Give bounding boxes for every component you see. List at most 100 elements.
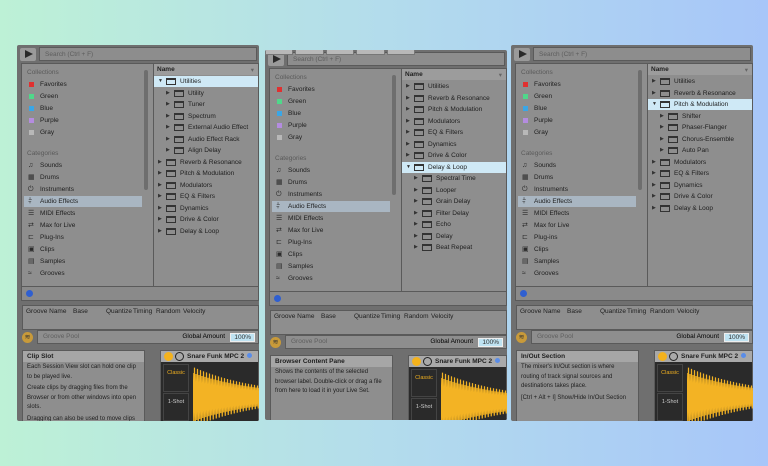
list-item[interactable]: ▶ Reverb & Resonance [154,157,258,168]
tab[interactable] [265,50,294,55]
sort-chevron-icon[interactable]: ▾ [251,66,254,74]
list-item[interactable]: ▶ Pitch & Modulation [154,168,258,179]
groove-column-header[interactable]: Groove Name [274,313,314,320]
tab[interactable] [356,50,385,55]
sidebar-item-sounds[interactable]: ♫ Sounds [272,165,390,176]
clip-activator-icon[interactable] [658,352,667,361]
groove-column-header[interactable]: Velocity [431,313,453,320]
groove-column-header[interactable]: Velocity [677,308,699,315]
sidebar-item-max-for-live[interactable]: ⇄ Max for Live [24,220,142,231]
sidebar-item-midi-effects[interactable]: ☰ MIDI Effects [518,208,636,219]
list-item[interactable]: ▶ Modulators [154,180,258,191]
search-input[interactable]: Search (Ctrl + F) [533,47,751,61]
sidebar-item-instruments[interactable]: ⏻ Instruments [272,189,390,200]
expand-right-icon[interactable]: ▶ [166,124,170,130]
sort-chevron-icon[interactable]: ▾ [499,71,502,79]
groove-column-header[interactable]: Base [73,308,88,315]
sidebar-item-plug-ins[interactable]: ⊏ Plug-Ins [272,237,390,248]
sidebar-item-clips[interactable]: ▣ Clips [272,249,390,260]
list-item[interactable]: ▶ Utilities [648,76,752,87]
collection-favorites[interactable]: Favorites [272,84,390,95]
list-item[interactable]: ▶ Chorus-Ensemble [648,134,752,145]
expand-right-icon[interactable]: ▶ [652,193,656,199]
expand-right-icon[interactable]: ▶ [166,136,170,142]
expand-right-icon[interactable]: ▶ [158,205,162,211]
list-item[interactable]: ▶ EQ & Filters [402,127,506,138]
tab[interactable] [386,50,416,55]
browser-toggle-button[interactable] [514,48,530,61]
collection-green[interactable]: Green [24,91,142,102]
expand-right-icon[interactable]: ▶ [158,170,162,176]
collection-gray[interactable]: Gray [24,127,142,138]
collection-purple[interactable]: Purple [518,115,636,126]
list-item[interactable]: ▶ Delay & Loop [648,203,752,214]
sidebar-item-samples[interactable]: ▤ Samples [272,261,390,272]
expand-right-icon[interactable]: ▶ [652,170,656,176]
expand-right-icon[interactable]: ▶ [158,193,162,199]
list-item[interactable]: ▶ Dynamics [648,180,752,191]
global-amount-field[interactable]: 100% [230,333,255,342]
sidebar-item-drums[interactable]: ▦ Drums [518,172,636,183]
expand-right-icon[interactable]: ▶ [406,152,410,158]
sort-chevron-icon[interactable]: ▾ [745,66,748,74]
expand-right-icon[interactable]: ▶ [652,205,656,211]
list-item[interactable]: ▶ Pitch & Modulation [402,104,506,115]
name-column-header[interactable]: Name ▾ [154,64,258,75]
groove-column-header[interactable]: Groove Name [520,308,560,315]
collection-gray[interactable]: Gray [518,127,636,138]
groove-column-header[interactable]: Timing [381,313,400,320]
list-item[interactable]: ▶ Echo [402,219,506,230]
list-item[interactable]: ▶ Drive & Color [402,150,506,161]
expand-right-icon[interactable]: ▶ [158,159,162,165]
list-item[interactable]: ▶ Filter Delay [402,208,506,219]
sidebar-item-instruments[interactable]: ⏻ Instruments [24,184,142,195]
expand-right-icon[interactable]: ▶ [406,83,410,89]
sidebar-item-midi-effects[interactable]: ☰ MIDI Effects [24,208,142,219]
warp-mode-classic[interactable]: Classic [657,364,683,392]
collection-purple[interactable]: Purple [24,115,142,126]
sidebar-item-drums[interactable]: ▦ Drums [272,177,390,188]
sidebar-item-grooves[interactable]: ≈ Grooves [24,268,142,279]
expand-right-icon[interactable]: ▶ [166,101,170,107]
groove-column-header[interactable]: Base [321,313,336,320]
global-amount-field[interactable]: 100% [724,333,749,342]
list-item[interactable]: ▶ Utilities [402,81,506,92]
groove-pool-icon[interactable]: ≋ [22,332,33,343]
list-item[interactable]: ▶ EQ & Filters [154,191,258,202]
collection-purple[interactable]: Purple [272,120,390,131]
list-item[interactable]: ▶ Audio Effect Rack [154,134,258,145]
expand-right-icon[interactable]: ▶ [652,90,656,96]
groove-column-header[interactable]: Base [567,308,582,315]
warp-mode-classic[interactable]: Classic [411,369,437,397]
add-folder-icon[interactable] [274,295,281,302]
collection-green[interactable]: Green [272,96,390,107]
expand-down-icon[interactable]: ▼ [652,101,657,107]
sidebar-item-clips[interactable]: ▣ Clips [24,244,142,255]
clip-play-icon[interactable] [669,352,678,361]
tab[interactable] [295,50,324,55]
list-item[interactable]: ▶ Beat Repeat [402,242,506,253]
list-item[interactable]: ▶ Dynamics [402,139,506,150]
sidebar-item-audio-effects[interactable]: ⫩ Audio Effects [272,201,390,212]
expand-right-icon[interactable]: ▶ [414,198,418,204]
name-column-header[interactable]: Name ▾ [402,69,506,80]
expand-right-icon[interactable]: ▶ [158,182,162,188]
expand-right-icon[interactable]: ▶ [158,228,162,234]
list-item[interactable]: ▶ Reverb & Resonance [648,88,752,99]
name-column-header[interactable]: Name ▾ [648,64,752,75]
list-item[interactable]: ▶ Drive & Color [154,214,258,225]
list-item[interactable]: ▼ Pitch & Modulation [648,99,752,110]
collection-favorites[interactable]: Favorites [24,79,142,90]
collection-blue[interactable]: Blue [24,103,142,114]
list-item[interactable]: ▶ Reverb & Resonance [402,93,506,104]
sidebar-scrollbar[interactable] [638,70,642,190]
warp-mode-1shot[interactable]: 1-Shot [411,398,437,420]
expand-right-icon[interactable]: ▶ [166,113,170,119]
list-item[interactable]: ▶ Utility [154,88,258,99]
groove-column-header[interactable]: Timing [133,308,152,315]
sidebar-item-drums[interactable]: ▦ Drums [24,172,142,183]
warp-mode-1shot[interactable]: 1-Shot [657,393,683,421]
groove-pool-icon[interactable]: ≋ [270,337,281,348]
collection-blue[interactable]: Blue [518,103,636,114]
expand-right-icon[interactable]: ▶ [158,216,162,222]
